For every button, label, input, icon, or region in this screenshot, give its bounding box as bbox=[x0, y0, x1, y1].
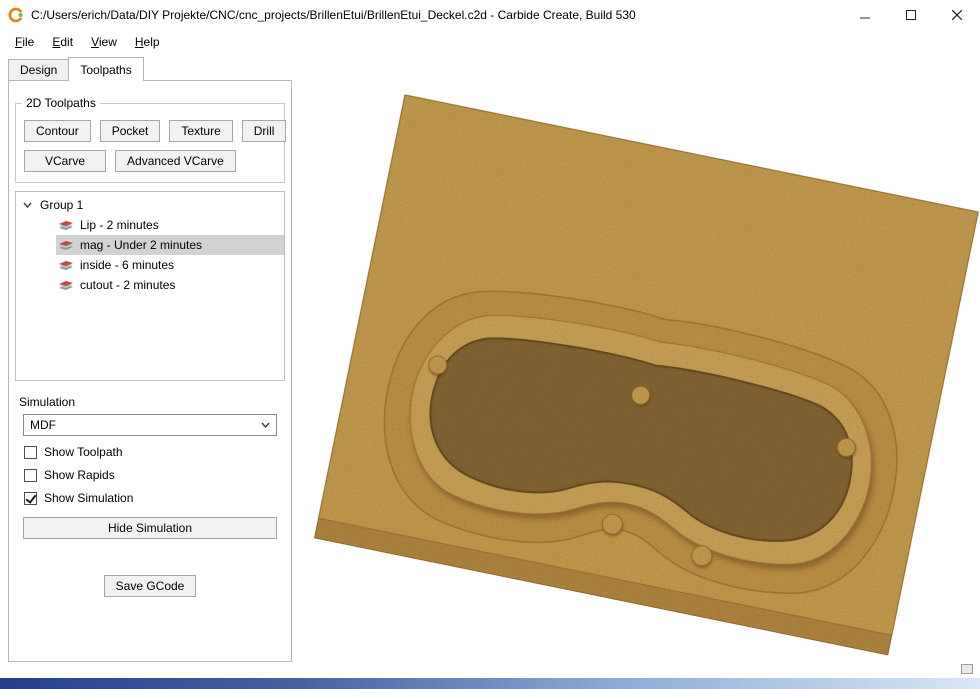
tree-item-label: Lip - 2 minutes bbox=[80, 218, 159, 232]
menu-help[interactable]: Help bbox=[126, 32, 169, 52]
show-rapids-checkbox[interactable] bbox=[24, 469, 37, 482]
save-gcode-button[interactable]: Save GCode bbox=[104, 575, 197, 597]
menu-edit[interactable]: Edit bbox=[43, 32, 82, 52]
vcarve-button[interactable]: VCarve bbox=[24, 150, 106, 172]
carbide-create-logo-icon bbox=[8, 7, 24, 23]
tree-item-label: mag - Under 2 minutes bbox=[80, 238, 202, 252]
tree-item-mag[interactable]: mag - Under 2 minutes bbox=[56, 235, 284, 255]
tree-item-lip[interactable]: Lip - 2 minutes bbox=[56, 215, 284, 235]
tab-toolpaths[interactable]: Toolpaths bbox=[68, 57, 143, 81]
menu-view[interactable]: View bbox=[82, 32, 126, 52]
simulation-section-title: Simulation bbox=[19, 395, 291, 409]
toolpath-icon bbox=[59, 259, 73, 271]
toolpath-tree: Group 1 Lip - 2 minutes mag - Under 2 mi… bbox=[15, 191, 285, 381]
resize-grip-icon bbox=[961, 664, 973, 674]
close-icon bbox=[952, 10, 962, 20]
show-rapids-row[interactable]: Show Rapids bbox=[24, 468, 291, 482]
tree-item-label: inside - 6 minutes bbox=[80, 258, 174, 272]
menu-bar: File Edit View Help bbox=[0, 30, 980, 54]
show-toolpath-checkbox[interactable] bbox=[24, 446, 37, 459]
tree-item-cutout[interactable]: cutout - 2 minutes bbox=[56, 275, 284, 295]
show-simulation-label: Show Simulation bbox=[44, 491, 133, 505]
maximize-icon bbox=[906, 10, 916, 20]
save-gcode-wrap: Save GCode bbox=[9, 575, 291, 597]
drill-button[interactable]: Drill bbox=[242, 120, 287, 142]
show-simulation-row[interactable]: Show Simulation bbox=[24, 491, 291, 505]
menu-file[interactable]: File bbox=[6, 32, 43, 52]
show-rapids-label: Show Rapids bbox=[44, 468, 115, 482]
contour-button[interactable]: Contour bbox=[24, 120, 91, 142]
material-select-value: MDF bbox=[30, 418, 56, 432]
toolpath-icon bbox=[59, 239, 73, 251]
maximize-button[interactable] bbox=[888, 0, 934, 30]
toolpath-buttons-row-1: Contour Pocket Texture Drill bbox=[24, 120, 276, 142]
chevron-down-icon bbox=[23, 202, 32, 208]
simulation-render bbox=[296, 80, 980, 676]
simulation-3d-view[interactable] bbox=[296, 80, 980, 676]
tree-item-inside[interactable]: inside - 6 minutes bbox=[56, 255, 284, 275]
tab-design[interactable]: Design bbox=[8, 59, 69, 80]
minimize-button[interactable] bbox=[842, 0, 888, 30]
minimize-icon bbox=[860, 10, 870, 20]
chevron-down-icon bbox=[261, 422, 270, 428]
show-toolpath-label: Show Toolpath bbox=[44, 445, 123, 459]
tree-item-label: cutout - 2 minutes bbox=[80, 278, 175, 292]
texture-button[interactable]: Texture bbox=[169, 120, 232, 142]
tab-bar: Design Toolpaths bbox=[0, 54, 980, 80]
toolpaths-panel: 2D Toolpaths Contour Pocket Texture Dril… bbox=[8, 80, 292, 662]
close-button[interactable] bbox=[934, 0, 980, 30]
advanced-vcarve-button[interactable]: Advanced VCarve bbox=[115, 150, 236, 172]
tree-group-row[interactable]: Group 1 bbox=[16, 195, 284, 215]
show-toolpath-row[interactable]: Show Toolpath bbox=[24, 445, 291, 459]
toolpath-icon bbox=[59, 219, 73, 231]
window-title: C:/Users/erich/Data/DIY Projekte/CNC/cnc… bbox=[31, 8, 636, 22]
title-bar: C:/Users/erich/Data/DIY Projekte/CNC/cnc… bbox=[0, 0, 980, 30]
statusbar-gradient bbox=[0, 678, 980, 689]
material-select[interactable]: MDF bbox=[23, 414, 277, 436]
carbide-create-window: { "window": { "title": "C:/Users/erich/D… bbox=[0, 0, 980, 689]
tree-group-label: Group 1 bbox=[40, 198, 83, 212]
2d-toolpaths-groupbox: 2D Toolpaths Contour Pocket Texture Dril… bbox=[15, 103, 285, 183]
2d-toolpaths-title: 2D Toolpaths bbox=[22, 96, 100, 110]
window-controls bbox=[842, 0, 980, 30]
show-simulation-checkbox[interactable] bbox=[24, 492, 37, 505]
toolpath-buttons-row-2: VCarve Advanced VCarve bbox=[24, 150, 276, 172]
hide-simulation-button[interactable]: Hide Simulation bbox=[23, 517, 277, 539]
toolpath-icon bbox=[59, 279, 73, 291]
pocket-button[interactable]: Pocket bbox=[100, 120, 161, 142]
